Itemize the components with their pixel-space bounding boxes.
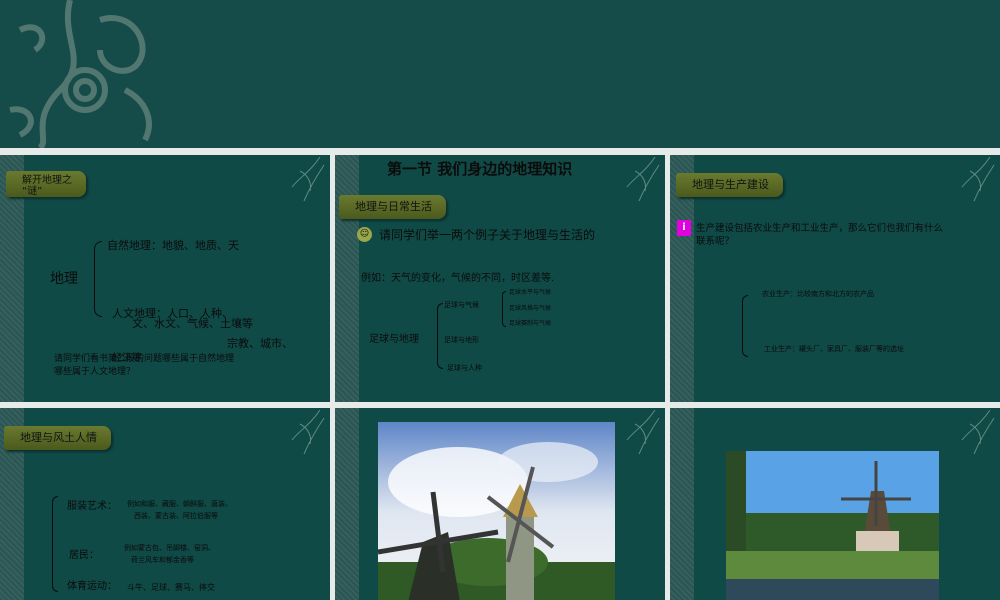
religion-text: 宗教、城市、 — [227, 337, 293, 350]
agri-text: 农业生产：比较南方和北方的农产品 — [762, 290, 874, 298]
example-text: 例如：天气的变化，气候的不同，时区差等. — [361, 273, 555, 284]
item-text: 斗牛、足球、赛马、摔交 — [127, 583, 215, 592]
center-label: 地理 — [50, 271, 78, 287]
slide-strip — [335, 155, 359, 402]
item-text: 例如和服、藏服、朝鲜服、唐装、 — [127, 500, 232, 508]
brace — [502, 291, 506, 327]
question-text: 请同学们看书第二段的问题哪些属于自然地理 — [54, 354, 235, 364]
floral-ornament-icon — [9, 0, 152, 148]
question-text-2: 哪些属于人文地理？ — [54, 367, 136, 377]
item-text: 例如蒙古包、吊脚楼、窑洞、 — [124, 544, 215, 552]
slide-thumbnail-5[interactable] — [335, 408, 665, 600]
slide-thumbnail-1[interactable]: 解开地理之 “谜” 地理 自然地理：地貌、地质、天 人文地理：人口、人种、 文、… — [0, 155, 330, 402]
brace — [742, 295, 748, 357]
branch-label: 足球与气候 — [444, 301, 479, 309]
slide-strip — [335, 408, 359, 600]
brace — [52, 496, 58, 592]
branch-label: 足球与人种 — [447, 364, 482, 372]
question-text: 生产建设包括农业生产和工业生产，那么它们也我们有什么联系呢？ — [696, 223, 944, 247]
item-label: 居民： — [69, 550, 99, 561]
leaf-ornament-icon — [626, 157, 660, 202]
section-tab: 地理与风土人情 — [4, 426, 111, 450]
windmill-photo — [726, 451, 939, 600]
slide-thumbnail-6[interactable] — [670, 408, 1000, 600]
item-label: 体育运动： — [67, 581, 117, 592]
item-label: 服装艺术： — [67, 501, 117, 512]
section-tab: 地理与生产建设 — [676, 173, 783, 197]
overlap-text: 文、水文、气候、土壤等 — [132, 317, 253, 330]
prompt-text: 请同学们举一两个例子关于地理与生活的 — [379, 228, 596, 242]
leaf-ornament-icon — [961, 157, 995, 202]
item-text: 荷兰风车和郁金香等 — [131, 556, 194, 564]
slide-strip — [670, 408, 694, 600]
sub-label: 足球水平与气候 — [509, 289, 552, 296]
leaf-ornament-icon — [291, 410, 325, 455]
sub-label: 足球风格与气候 — [509, 305, 552, 312]
leaf-ornament-icon — [626, 410, 660, 455]
brace — [94, 241, 102, 317]
slide-thumbnail-4[interactable]: 地理与风土人情 服装艺术： 例如和服、藏服、朝鲜服、唐装、 西装、蒙古装、阿拉伯… — [0, 408, 330, 600]
nature-text: 自然地理：地貌、地质、天 — [107, 239, 239, 252]
info-icon: i — [677, 220, 691, 236]
industry-text: 工业生产：罐头厂、家具厂、服装厂等的选址 — [764, 345, 904, 353]
root-label: 足球与地理 — [369, 334, 419, 345]
smiley-icon: ☺ — [357, 227, 372, 242]
leaf-ornament-icon — [291, 157, 325, 202]
slide-title: 第一节 我们身边的地理知识 — [387, 160, 573, 178]
slide-thumbnail-3[interactable]: 地理与生产建设 i 生产建设包括农业生产和工业生产，那么它们也我们有什么联系呢？… — [670, 155, 1000, 402]
section-tab: 地理与日常生活 — [339, 195, 446, 219]
branch-label: 足球与地形 — [444, 336, 479, 344]
brace — [437, 303, 443, 369]
title-slide-banner[interactable] — [0, 0, 1000, 148]
leaf-ornament-icon — [961, 410, 995, 455]
item-text: 西装、蒙古装、阿拉伯服等 — [134, 512, 218, 520]
sub-label: 足球赛制与气候 — [509, 320, 552, 327]
slide-thumbnail-2[interactable]: 第一节 我们身边的地理知识 地理与日常生活 ☺ 请同学们举一两个例子关于地理与生… — [335, 155, 665, 402]
section-tab: 解开地理之 “谜” — [6, 171, 86, 197]
windmill-photo — [378, 422, 615, 600]
